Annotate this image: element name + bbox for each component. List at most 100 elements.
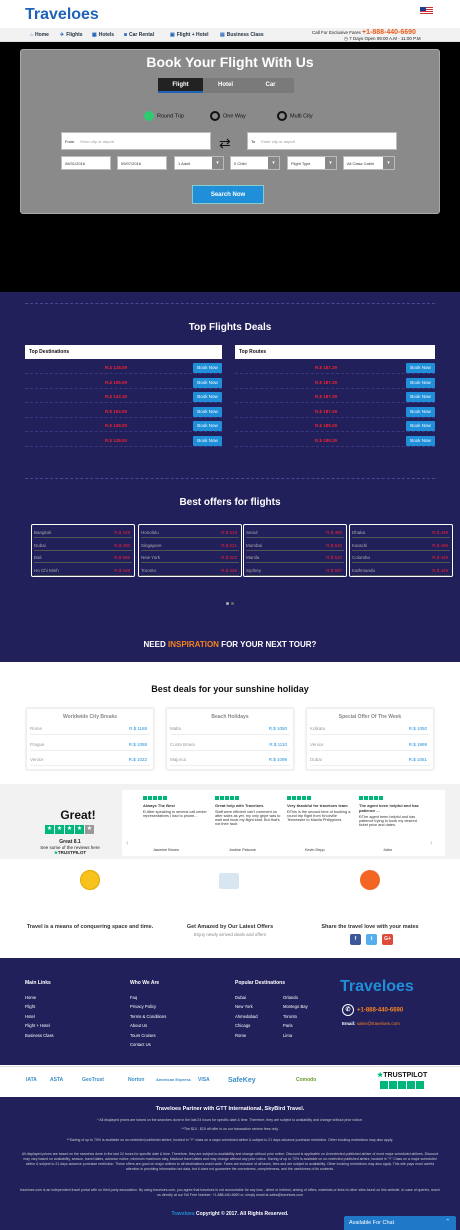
- footer-link[interactable]: Flight: [25, 1004, 35, 1009]
- offer-row[interactable]: Dhaka R.$ 449: [352, 527, 450, 538]
- radio-one-way[interactable]: One Way: [210, 111, 246, 121]
- footer-link[interactable]: Tours Cruises: [130, 1033, 156, 1038]
- tab-hotel[interactable]: Hotel: [203, 78, 248, 93]
- footer-link[interactable]: Home: [25, 995, 36, 1000]
- footer-email[interactable]: Email: sales@travelоes.com: [342, 1021, 400, 1026]
- site-logo[interactable]: Travelоes: [25, 6, 99, 24]
- radio-multi-city[interactable]: Multi City: [277, 111, 313, 121]
- return-date[interactable]: 09/07/2016: [117, 156, 167, 170]
- footer-link[interactable]: About Us: [130, 1023, 147, 1028]
- asta-logo: ASTA: [50, 1077, 64, 1083]
- footer-link[interactable]: Lima: [283, 1033, 292, 1038]
- us-flag-icon[interactable]: [420, 7, 433, 15]
- book-now-button[interactable]: Book Now: [406, 435, 435, 446]
- footer-logo[interactable]: Travelоes: [340, 978, 414, 996]
- offer-row[interactable]: Karachi R.$ 469: [352, 540, 450, 551]
- offer-city: Manila: [246, 555, 260, 560]
- pager-dot[interactable]: [231, 602, 234, 605]
- offer-row[interactable]: Toronto R.$ 449: [141, 565, 239, 576]
- footer-link[interactable]: New York: [235, 1004, 253, 1009]
- book-now-button[interactable]: Book Now: [406, 377, 435, 388]
- book-now-button[interactable]: Book Now: [193, 392, 222, 402]
- footer-link[interactable]: Orlando: [283, 995, 298, 1000]
- search-now-button[interactable]: Search Now: [192, 185, 264, 204]
- tab-car[interactable]: Car: [248, 78, 293, 93]
- footer-link[interactable]: Montego Bay: [283, 1004, 308, 1009]
- offer-row[interactable]: Kathmandu R.$ 449: [352, 565, 450, 576]
- offer-row[interactable]: Ho Chi Minh R.$ 449: [34, 565, 132, 576]
- offer-row[interactable]: Colombo R.$ 449: [352, 552, 450, 563]
- offer-price: R.$ 597: [326, 567, 342, 573]
- offer-row[interactable]: Bangkok R.$ 449: [34, 527, 132, 538]
- facebook-icon[interactable]: f: [350, 934, 361, 945]
- footer-link[interactable]: Business Class: [25, 1033, 54, 1038]
- book-now-button[interactable]: Book Now: [406, 406, 435, 417]
- header-phone[interactable]: +1-888-440-6690: [362, 29, 416, 36]
- flight-type-select[interactable]: Flight Type ▾: [287, 156, 337, 170]
- sunshine-row[interactable]: Dubai R.$ 1061: [310, 753, 430, 766]
- footer-link[interactable]: Contact Us: [130, 1042, 151, 1047]
- offer-row[interactable]: Bali R.$ 585: [34, 552, 132, 563]
- sunshine-row[interactable]: Kolkata R.$ 1050: [310, 722, 430, 735]
- google-plus-icon[interactable]: G+: [382, 934, 393, 945]
- footer-link[interactable]: Ahmedabad: [235, 1014, 258, 1019]
- footer-link[interactable]: Dubai: [235, 995, 246, 1000]
- sunshine-row[interactable]: Prague R.$ 1088: [30, 738, 150, 751]
- nav-business-class[interactable]: ▤ Business Class: [220, 32, 264, 38]
- offer-row[interactable]: Sydney R.$ 597: [246, 565, 344, 576]
- sunshine-row[interactable]: Malta R.$ 1050: [170, 722, 290, 735]
- book-now-button[interactable]: Book Now: [406, 363, 435, 373]
- offer-row[interactable]: Seoul R.$ 486: [246, 527, 344, 538]
- tab-flight[interactable]: Flight: [158, 78, 203, 93]
- nav-hotels[interactable]: ▦ Hotels: [92, 32, 114, 38]
- sunshine-row[interactable]: Venice R.$ 1022: [30, 753, 150, 766]
- sunshine-city: Rome: [30, 726, 43, 731]
- radio-round-trip[interactable]: Round Trip: [144, 111, 184, 121]
- book-now-button[interactable]: Book Now: [193, 421, 222, 431]
- offer-row[interactable]: Singapore R.$ 521: [141, 540, 239, 551]
- twitter-icon[interactable]: t: [366, 934, 377, 945]
- offer-row[interactable]: Dubai R.$ 400: [34, 540, 132, 551]
- offer-row[interactable]: New York R.$ 522: [141, 552, 239, 563]
- book-now-button[interactable]: Book Now: [406, 392, 435, 402]
- chat-widget[interactable]: Available For Chat ⌃: [344, 1216, 456, 1230]
- offer-row[interactable]: Mumbai R.$ 545: [246, 540, 344, 551]
- from-field[interactable]: From Enter city or airport: [61, 132, 211, 150]
- offer-row[interactable]: Honolulu R.$ 518: [141, 527, 239, 538]
- footer-link[interactable]: Paris: [283, 1023, 293, 1028]
- nav-home[interactable]: ⌂ Home: [30, 32, 49, 38]
- footer-link[interactable]: Faq: [130, 995, 137, 1000]
- nav-car-rental[interactable]: ◙ Car Rental: [124, 32, 154, 38]
- book-now-button[interactable]: Book Now: [193, 363, 222, 373]
- disclaimer-text: * All displayed prices are based on the …: [97, 1118, 363, 1122]
- sunshine-row[interactable]: Rome R.$ 1188: [30, 722, 150, 735]
- footer-link[interactable]: Chicago: [235, 1023, 250, 1028]
- depart-date[interactable]: 08/31/2016: [61, 156, 111, 170]
- footer-phone[interactable]: ✆ +1-888-440-6690: [342, 1004, 403, 1016]
- footer-link[interactable]: Privacy Policy: [130, 1004, 156, 1009]
- footer-link[interactable]: Flight + Hotel: [25, 1023, 50, 1028]
- book-now-button[interactable]: Book Now: [406, 421, 435, 431]
- nav-flight-hotel[interactable]: ▣ Flight + Hotel: [170, 32, 209, 38]
- sunshine-row[interactable]: Venice R.$ 1999: [310, 738, 430, 751]
- footer-link[interactable]: Rome: [235, 1033, 246, 1038]
- offer-row[interactable]: Manila R.$ 510: [246, 552, 344, 563]
- footer-link[interactable]: Hotel: [25, 1014, 35, 1019]
- chevron-right-icon[interactable]: ›: [430, 838, 433, 847]
- children-select[interactable]: 0 Child ▾: [230, 156, 280, 170]
- pager-dot[interactable]: [226, 602, 229, 605]
- book-now-button[interactable]: Book Now: [193, 377, 222, 388]
- swap-icon[interactable]: ⇄: [219, 135, 231, 152]
- sunshine-row[interactable]: Majorca R.$ 1099: [170, 753, 290, 766]
- adults-select[interactable]: 1 Adult ▾: [174, 156, 224, 170]
- to-field[interactable]: To Enter city or airport: [247, 132, 397, 150]
- nav-flights[interactable]: ✈ Flights: [60, 32, 83, 38]
- book-now-button[interactable]: Book Now: [193, 406, 222, 417]
- cabin-select[interactable]: All Class Cabin ▾: [343, 156, 395, 170]
- footer-popular-title: Popular Destinations: [235, 980, 286, 986]
- footer-link[interactable]: Toronto: [283, 1014, 297, 1019]
- sunshine-row[interactable]: Costa Brava R.$ 1110: [170, 738, 290, 751]
- chevron-left-icon[interactable]: ‹: [126, 838, 129, 847]
- footer-link[interactable]: Terms & Conditions: [130, 1014, 166, 1019]
- book-now-button[interactable]: Book Now: [193, 435, 222, 446]
